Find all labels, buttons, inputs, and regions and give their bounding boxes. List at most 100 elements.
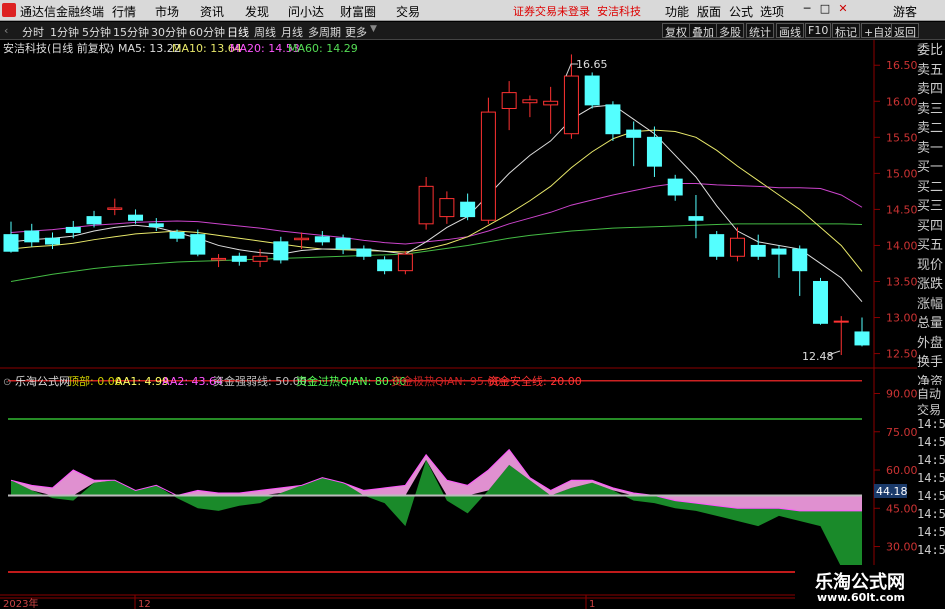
menu-bar: 通达信金融终端 行情 市场 资讯 发现 问小达 财富圈 交易 证券交易未登录 安…: [0, 0, 945, 21]
menu-caifuquan[interactable]: 财富圈: [340, 3, 376, 20]
quote-label: 买三: [917, 199, 944, 214]
candle-body-down: [584, 75, 600, 106]
time-cell: 14:56: [917, 435, 945, 449]
tab-weekly[interactable]: 周线: [254, 24, 276, 40]
menu-hangqing[interactable]: 行情: [112, 3, 136, 20]
candle-body-down: [460, 201, 476, 218]
login-notice[interactable]: 证券交易未登录 安洁科技: [513, 3, 641, 19]
guest-label[interactable]: 游客: [893, 3, 917, 20]
btn-fuquan[interactable]: 复权: [662, 23, 690, 39]
candle-body-down: [667, 178, 683, 196]
candle-body-up: [543, 100, 559, 106]
tab-5min[interactable]: 5分钟: [82, 24, 111, 40]
btn-diejia[interactable]: 叠加: [689, 23, 717, 39]
price-tick-label: 12.50: [886, 348, 917, 361]
menu-gongshi[interactable]: 公式: [729, 3, 753, 20]
btn-biaoji[interactable]: 标记: [832, 23, 860, 39]
quote-label: 卖三: [917, 101, 944, 117]
btn-back[interactable]: 返回: [891, 23, 919, 39]
legend-aa1: AA1: 4.99: [115, 375, 169, 388]
quote-label: 买五: [917, 238, 944, 253]
time-cell: 14:56: [917, 525, 945, 539]
tab-monthly[interactable]: 月线: [281, 24, 303, 40]
menu-jiaoyi[interactable]: 交易: [396, 3, 420, 20]
candle-body-down: [273, 241, 289, 261]
indicator-tick-label: 90.00: [886, 388, 917, 401]
btn-f10[interactable]: F10: [805, 23, 832, 38]
quote-label: 换手: [917, 355, 944, 370]
tab-60min[interactable]: 60分钟: [189, 24, 225, 40]
tab-multi-period[interactable]: 多周期: [308, 24, 341, 40]
candle-body-down: [148, 223, 164, 228]
candle-body-down: [792, 248, 808, 272]
quote-label: 买二: [917, 179, 944, 195]
candle-body-down: [646, 136, 662, 167]
quote-label: 卖四: [917, 82, 944, 97]
legend-extreme: 资金极热QIAN: 95.00: [391, 374, 501, 388]
price-tick-label: 15.50: [886, 131, 917, 144]
quote-label: 委比: [917, 43, 944, 58]
tab-daily[interactable]: 日线: [227, 24, 249, 40]
app-logo-icon: [2, 3, 16, 17]
quote-label: 现价: [917, 257, 944, 273]
quote-label: 涨跌: [917, 277, 944, 292]
menu-shichang[interactable]: 市场: [155, 3, 179, 20]
menu-xuanxiang[interactable]: 选项: [760, 3, 784, 20]
candle-body-down: [24, 230, 40, 243]
candle-body-down: [190, 234, 206, 255]
menu-gongneng[interactable]: 功能: [665, 3, 689, 20]
menu-faxian[interactable]: 发现: [245, 3, 269, 20]
legend-circle-icon: ⊙: [106, 44, 114, 55]
close-icon[interactable]: ✕: [836, 2, 850, 16]
time-cell: 14:56: [917, 543, 945, 557]
menu-wenxiaoda[interactable]: 问小达: [288, 3, 324, 20]
candle-body-down: [314, 236, 330, 243]
tab-more[interactable]: 更多: [345, 24, 367, 40]
candle-body-down: [65, 226, 81, 233]
price-tick-label: 16.00: [886, 95, 917, 108]
candle-body-down: [750, 244, 766, 257]
candle-body-down: [688, 216, 704, 221]
legend-ma60: MA60: 14.29: [288, 42, 358, 55]
candle-body-up: [833, 320, 849, 323]
chevron-down-icon[interactable]: ▼: [370, 24, 377, 34]
btn-huaxian[interactable]: 画线: [776, 23, 804, 39]
legend-overheat: 资金过热QIAN: 80.00: [296, 374, 406, 388]
candle-body-up: [107, 207, 123, 210]
kline-chart[interactable]: 16.50 16.00 15.50 15.00 14.50 14.00 13.50 13.00…: [0, 40, 917, 609]
low-price-label: 12.48: [802, 350, 834, 363]
minimize-icon[interactable]: ─: [800, 2, 814, 16]
btn-duogu[interactable]: 多股: [716, 23, 744, 39]
candle-body-up: [418, 185, 434, 225]
btn-tongji[interactable]: 统计: [746, 23, 774, 39]
indicator-tick-label: 30.00: [886, 541, 917, 554]
time-cell: 14:56: [917, 471, 945, 485]
tab-fenshi[interactable]: 分时: [22, 24, 44, 40]
restore-icon[interactable]: □: [818, 2, 832, 16]
auto-trade-label[interactable]: 自动: [917, 385, 945, 401]
menu-zixun[interactable]: 资讯: [200, 3, 224, 20]
price-tick-label: 14.50: [886, 203, 917, 216]
tab-1min[interactable]: 1分钟: [50, 24, 79, 40]
indicator-circle-icon: ⊙: [3, 377, 11, 388]
candle-body-down: [231, 255, 247, 262]
candle-body-up: [563, 75, 579, 135]
candle-body-down: [854, 331, 870, 346]
candle-body-up: [480, 111, 496, 221]
current-indicator-value: 44.18: [876, 485, 908, 498]
candle-body-down: [709, 234, 725, 257]
tab-15min[interactable]: 15分钟: [113, 24, 149, 40]
time-label-1: 1: [589, 599, 595, 609]
chevron-left-icon[interactable]: ‹: [4, 24, 8, 37]
menu-banmian[interactable]: 版面: [697, 3, 721, 20]
trade-label[interactable]: 交易: [917, 401, 945, 417]
quote-panel: 委比 卖五 卖四 卖三 卖二 卖一 买一 买二 买三 买四 买五 现价 涨跌 涨…: [917, 41, 945, 421]
legend-safe: 资金安全线: 20.00: [488, 374, 582, 388]
candle-body-up: [211, 257, 227, 261]
tab-30min[interactable]: 30分钟: [151, 24, 187, 40]
candle-body-down: [377, 259, 393, 272]
price-tick-label: 13.00: [886, 312, 917, 325]
candle-body-down: [45, 237, 61, 245]
candle-body-down: [356, 248, 372, 257]
quote-label: 买四: [917, 218, 944, 234]
